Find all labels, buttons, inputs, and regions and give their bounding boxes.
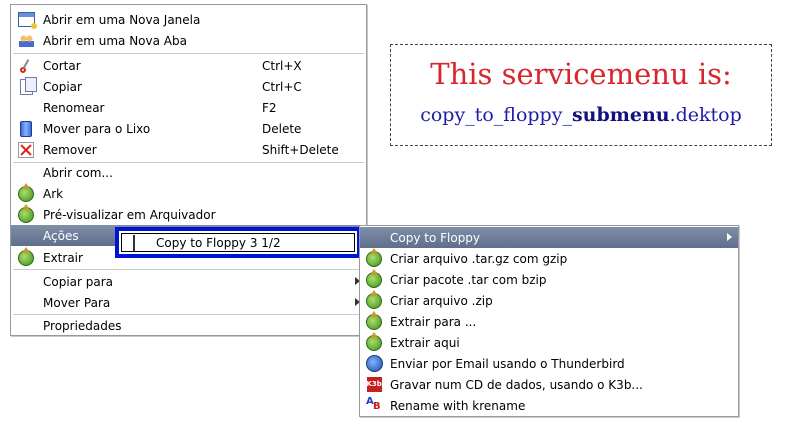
menu-item-create-tar-bzip[interactable]: Criar pacote .tar com bzip bbox=[360, 268, 738, 290]
ark-icon bbox=[365, 310, 383, 330]
trash-icon bbox=[17, 120, 35, 137]
menu-item-label: Criar arquivo .tar.gz com gzip bbox=[390, 251, 568, 266]
ark-icon bbox=[17, 182, 35, 202]
menu-item-copy-to-floppy[interactable]: Copy to Floppy bbox=[360, 227, 738, 248]
menu-item-label: Propriedades bbox=[43, 318, 122, 333]
ark-icon bbox=[365, 247, 383, 267]
servicemenu-callout: This servicemenu is: copy_to_floppy_subm… bbox=[390, 44, 772, 146]
menu-separator bbox=[13, 269, 364, 270]
menu-item-rename-krename[interactable]: AB Rename with krename bbox=[360, 395, 738, 416]
menu-item-label: Mover Para bbox=[43, 295, 111, 310]
callout-filename: copy_to_floppy_submenu.dektop bbox=[391, 104, 771, 126]
menu-item-move-to[interactable]: Mover Para bbox=[11, 292, 366, 313]
menu-item-copy-to-floppy-3-1-2[interactable]: Copy to Floppy 3 1/2 bbox=[121, 233, 355, 252]
menu-item-label: Extrair para ... bbox=[390, 314, 477, 329]
menu-item-label: Renomear bbox=[43, 100, 105, 115]
chevron-right-icon bbox=[727, 233, 732, 241]
menu-item-label: Abrir com... bbox=[43, 165, 113, 180]
thunderbird-icon bbox=[365, 355, 383, 372]
new-window-icon bbox=[17, 11, 37, 29]
menu-item-create-zip[interactable]: Criar arquivo .zip bbox=[360, 289, 738, 311]
menu-item-label: Criar pacote .tar com bzip bbox=[390, 272, 547, 287]
menu-item-label: Abrir em uma Nova Janela bbox=[43, 12, 201, 27]
menu-item-label: Copy to Floppy 3 1/2 bbox=[156, 235, 281, 250]
callout-title: This servicemenu is: bbox=[430, 57, 732, 91]
filename-suffix: .dektop bbox=[669, 104, 742, 126]
ark-icon bbox=[365, 268, 383, 288]
menu-item-move-to-trash[interactable]: Mover para o Lixo Delete bbox=[11, 118, 366, 139]
actions-submenu: Copy to Floppy Criar arquivo .tar.gz com… bbox=[359, 225, 739, 417]
context-menu: Abrir em uma Nova Janela Abrir em uma No… bbox=[10, 4, 367, 336]
menu-item-label: Extrair bbox=[43, 250, 83, 265]
copy-icon bbox=[17, 76, 37, 95]
menu-item-send-email-thunderbird[interactable]: Enviar por Email usando o Thunderbird bbox=[360, 353, 738, 374]
shortcut-label: Ctrl+X bbox=[262, 58, 302, 73]
menu-item-label: Copiar para bbox=[43, 274, 114, 289]
menu-item-label: Extrair aqui bbox=[390, 335, 460, 350]
menu-item-label: Enviar por Email usando o Thunderbird bbox=[390, 356, 625, 371]
menu-item-open-with[interactable]: Abrir com... bbox=[11, 162, 366, 183]
menu-item-label: Copiar bbox=[43, 79, 82, 94]
shortcut-label: Ctrl+C bbox=[262, 79, 302, 94]
shortcut-label: F2 bbox=[262, 100, 277, 115]
menu-item-label: Cortar bbox=[43, 58, 81, 73]
menu-item-open-new-window[interactable]: Abrir em uma Nova Janela bbox=[11, 9, 366, 30]
menu-item-extract-to[interactable]: Extrair para ... bbox=[360, 310, 738, 332]
menu-item-label: Copy to Floppy bbox=[390, 230, 481, 245]
menu-item-label: Abrir em uma Nova Aba bbox=[43, 33, 187, 48]
menu-item-burn-cd-k3b[interactable]: K3b Gravar num CD de dados, usando o K3b… bbox=[360, 374, 738, 395]
menu-item-ark[interactable]: Ark bbox=[11, 182, 366, 204]
menu-item-label: Mover para o Lixo bbox=[43, 121, 151, 136]
menu-item-open-new-tab[interactable]: Abrir em uma Nova Aba bbox=[11, 30, 366, 51]
ark-icon bbox=[365, 331, 383, 351]
menu-item-preview-in-archiver[interactable]: Pré-visualizar em Arquivador bbox=[11, 203, 366, 225]
actions-submenu-highlight: Copy to Floppy 3 1/2 bbox=[115, 227, 361, 258]
menu-item-rename[interactable]: Renomear F2 bbox=[11, 97, 366, 118]
ark-icon bbox=[365, 289, 383, 309]
shortcut-label: Delete bbox=[262, 121, 302, 136]
menu-item-copy-to[interactable]: Copiar para bbox=[11, 271, 366, 292]
shortcut-label: Shift+Delete bbox=[262, 142, 339, 157]
menu-item-label: Gravar num CD de dados, usando o K3b... bbox=[390, 377, 643, 392]
new-tab-icon bbox=[17, 32, 35, 49]
menu-item-properties[interactable]: Propriedades bbox=[11, 315, 366, 336]
menu-item-label: Remover bbox=[43, 142, 97, 157]
menu-item-label: Ações bbox=[43, 228, 79, 243]
menu-item-create-targz[interactable]: Criar arquivo .tar.gz com gzip bbox=[360, 247, 738, 269]
k3b-icon: K3b bbox=[365, 376, 383, 393]
menu-item-copy[interactable]: Copiar Ctrl+C bbox=[11, 76, 366, 97]
menu-item-cut[interactable]: Cortar Ctrl+X bbox=[11, 55, 366, 76]
menu-item-label: Ark bbox=[43, 186, 64, 201]
filename-prefix: copy_to_floppy_ bbox=[420, 104, 572, 126]
menu-item-extract-here[interactable]: Extrair aqui bbox=[360, 331, 738, 353]
menu-item-label: Criar arquivo .zip bbox=[390, 293, 493, 308]
menu-item-label: Pré-visualizar em Arquivador bbox=[43, 207, 216, 222]
floppy-icon bbox=[133, 235, 135, 251]
krename-icon: AB bbox=[366, 396, 381, 412]
ark-icon bbox=[17, 203, 35, 223]
filename-bold-part: submenu bbox=[571, 104, 670, 126]
cut-icon bbox=[17, 57, 35, 74]
menu-item-remove[interactable]: Remover Shift+Delete bbox=[11, 139, 366, 160]
ark-icon bbox=[17, 246, 35, 266]
menu-item-label: Rename with krename bbox=[390, 398, 526, 413]
remove-icon bbox=[17, 141, 35, 158]
menu-separator bbox=[13, 53, 364, 54]
